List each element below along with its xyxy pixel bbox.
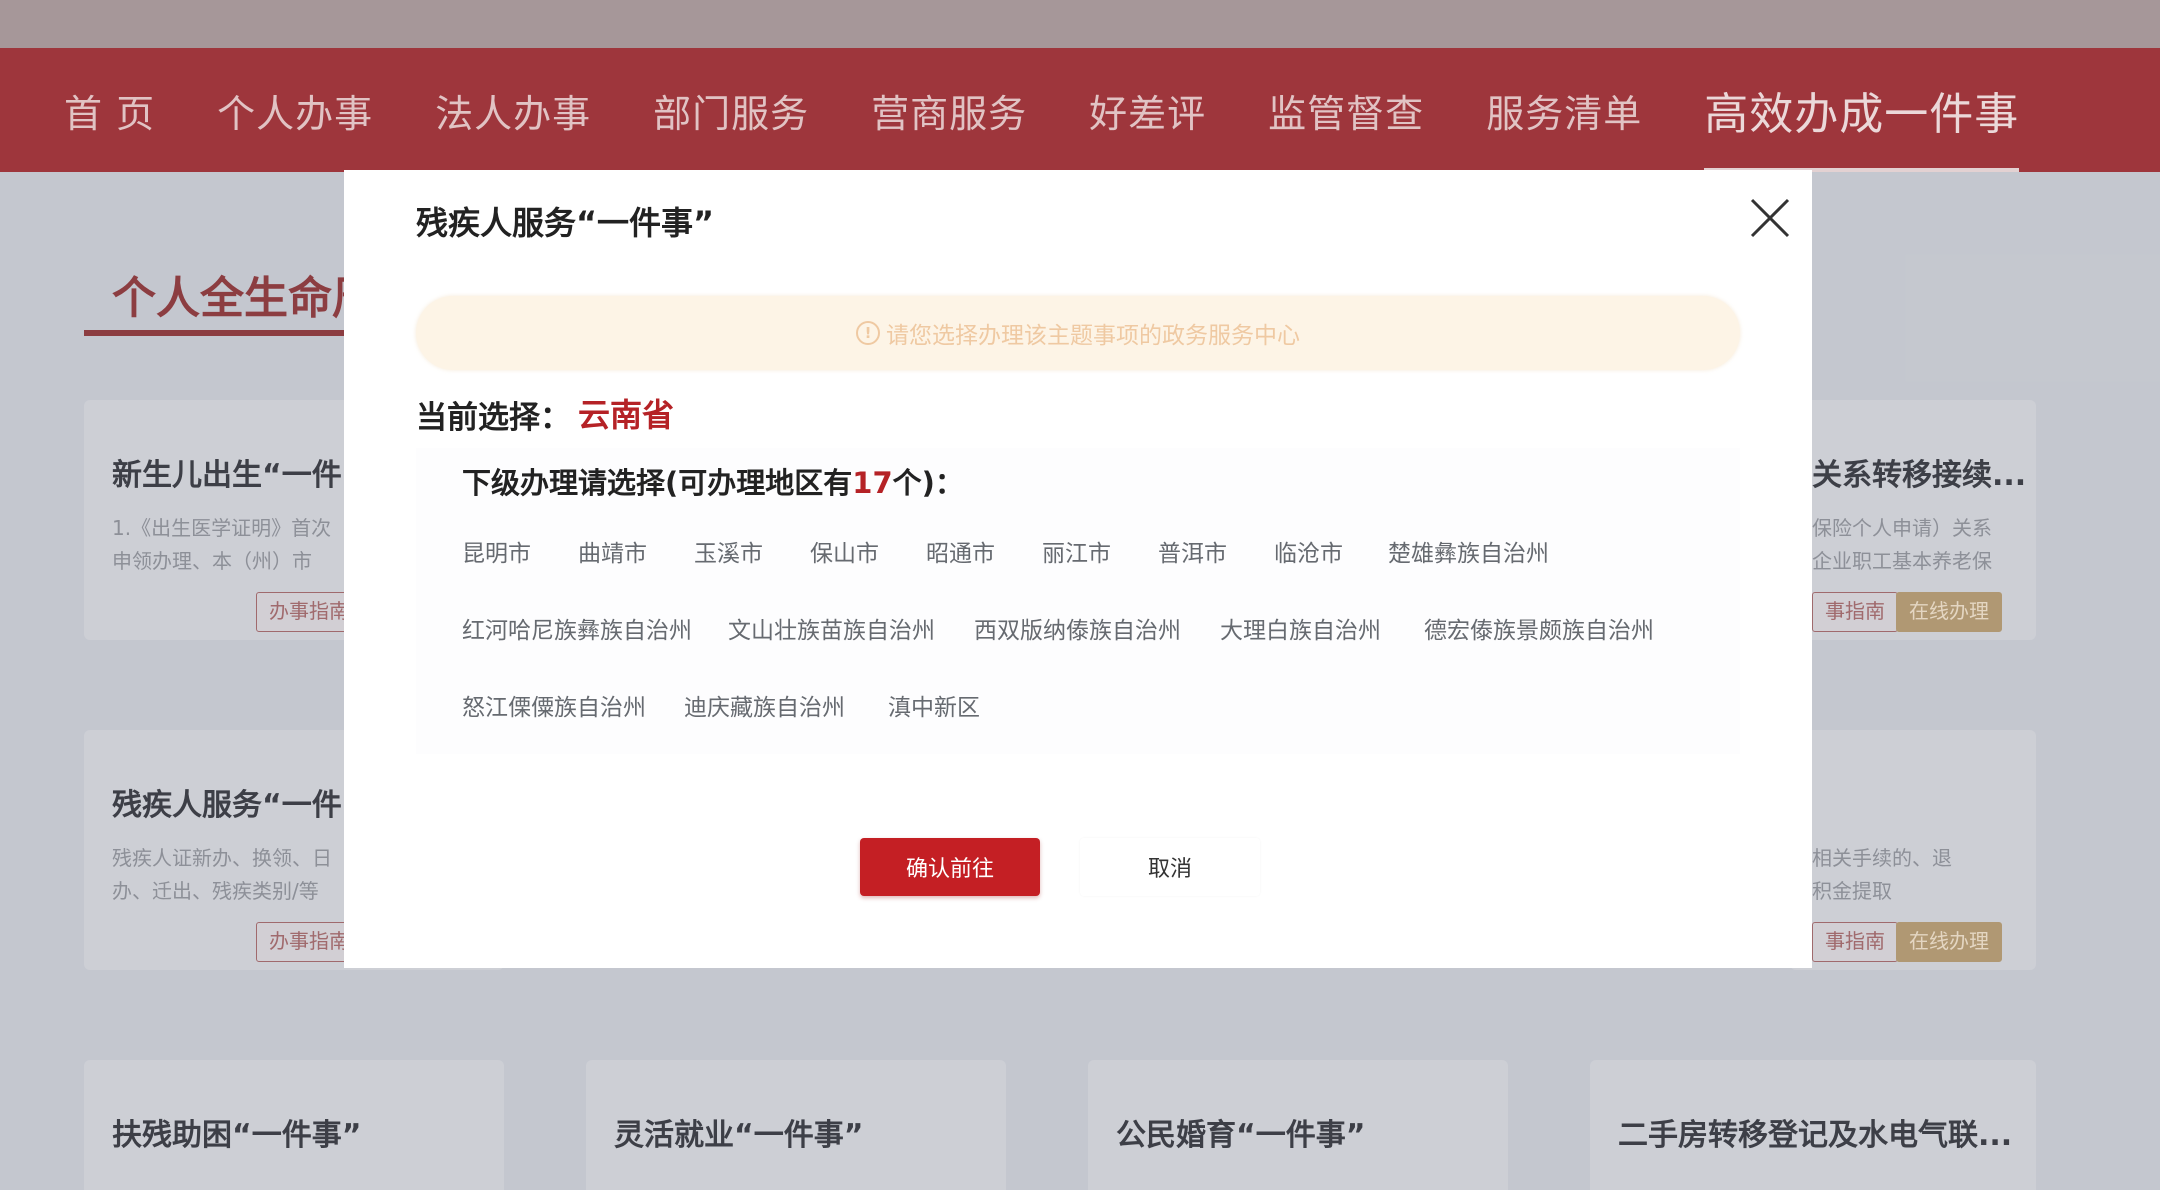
region-option[interactable]: 大理白族自治州: [1220, 611, 1381, 645]
region-option[interactable]: 保山市: [810, 534, 879, 568]
region-count: 17: [852, 466, 893, 500]
confirm-button[interactable]: 确认前往: [860, 838, 1040, 896]
region-option[interactable]: 曲靖市: [578, 534, 647, 568]
region-option[interactable]: 滇中新区: [888, 688, 980, 722]
region-option[interactable]: 迪庆藏族自治州: [684, 688, 845, 722]
region-option[interactable]: 西双版纳傣族自治州: [974, 611, 1181, 645]
sub-region-title: 下级办理请选择(可办理地区有17个)：: [462, 466, 964, 500]
region-option[interactable]: 红河哈尼族彝族自治州: [462, 611, 692, 645]
close-icon: [1750, 198, 1790, 238]
region-option[interactable]: 楚雄彝族自治州: [1388, 534, 1549, 568]
notice-banner: ! 请您选择办理该主题事项的政务服务中心: [416, 296, 1740, 370]
dialog-title: 残疾人服务“一件事”: [416, 204, 715, 242]
region-option[interactable]: 昆明市: [462, 534, 531, 568]
region-option[interactable]: 德宏傣族景颇族自治州: [1424, 611, 1654, 645]
page: 首 页 个人办事 法人办事 部门服务 营商服务 好差评 监管督查 服务清单 高效…: [0, 0, 2160, 1190]
region-option[interactable]: 丽江市: [1042, 534, 1111, 568]
info-icon: !: [856, 321, 880, 345]
current-selection-label: 当前选择：: [416, 400, 571, 436]
region-option[interactable]: 文山壮族苗族自治州: [728, 611, 935, 645]
region-option[interactable]: 普洱市: [1158, 534, 1227, 568]
notice-text: 请您选择办理该主题事项的政务服务中心: [886, 323, 1300, 349]
region-option[interactable]: 玉溪市: [694, 534, 763, 568]
close-button[interactable]: [1744, 192, 1796, 244]
region-select-dialog: 残疾人服务“一件事” ! 请您选择办理该主题事项的政务服务中心 当前选择： 云南…: [344, 170, 1812, 968]
cancel-button[interactable]: 取消: [1080, 838, 1260, 896]
region-option[interactable]: 昭通市: [926, 534, 995, 568]
current-selection-value[interactable]: 云南省: [578, 390, 674, 436]
region-option[interactable]: 怒江傈僳族自治州: [462, 688, 646, 722]
region-option[interactable]: 临沧市: [1274, 534, 1343, 568]
